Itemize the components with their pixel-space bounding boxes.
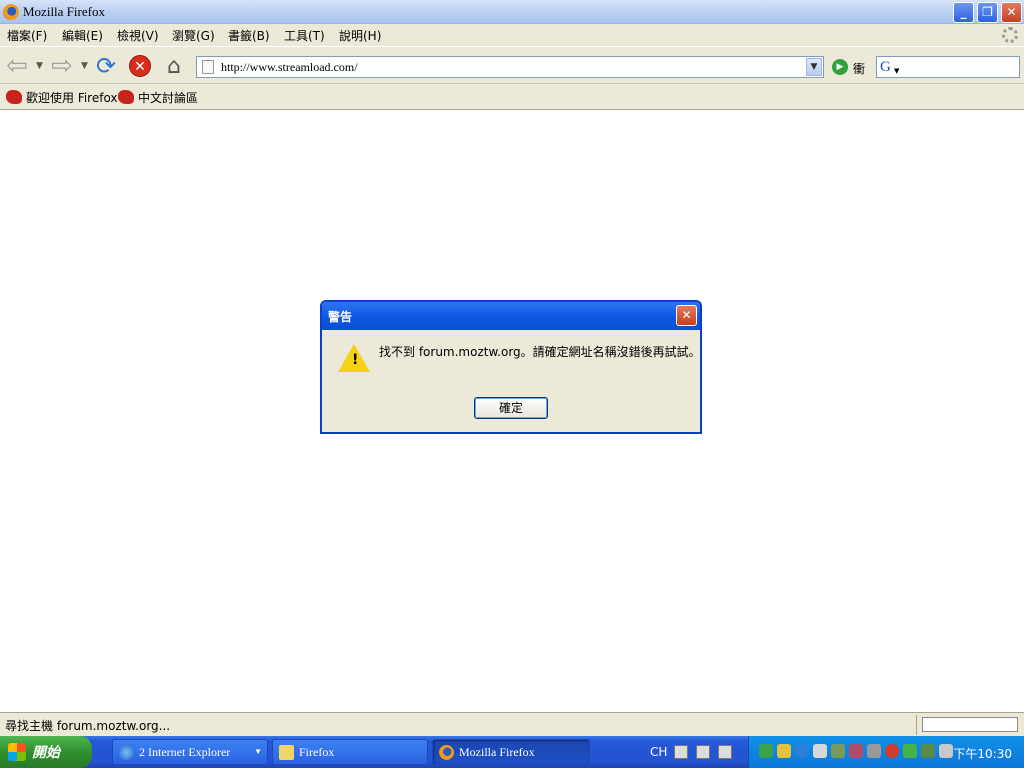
bluetooth-icon[interactable] [795,744,809,758]
window-title: Mozilla Firefox [23,4,105,19]
clock[interactable]: 下午10:30 [953,745,1012,762]
tray-app-icon[interactable] [885,744,899,758]
language-indicator[interactable]: CH [650,745,667,759]
minimize-button[interactable]: _ [953,2,974,23]
menu-go[interactable]: 瀏覽(G) [172,27,215,44]
internet-explorer-icon [119,744,134,760]
back-arrow-icon: ⇦ [6,51,28,81]
alert-dialog: 警告 ✕ ! 找不到 forum.moztw.org。請確定網址名稱沒錯後再試試… [320,300,702,434]
menu-help[interactable]: 說明(H) [339,27,381,44]
task-label: Mozilla Firefox [459,744,535,759]
dialog-title: 警告 [328,310,353,324]
status-bar: 尋找主機 forum.moztw.org... [0,712,1024,736]
status-text: 尋找主機 forum.moztw.org... [5,719,171,733]
reload-button[interactable]: ⟳ [92,52,120,80]
task-label: Firefox [299,744,335,759]
network-icon[interactable] [759,744,773,758]
throbber-icon [1002,27,1018,43]
stop-icon: ✕ [129,55,151,77]
tray-app-icon[interactable] [867,744,881,758]
tray-app-icon[interactable] [831,744,845,758]
back-button[interactable]: ⇦ [3,51,31,81]
firefox-icon [3,4,19,20]
task-label: 2 Internet Explorer [139,744,231,759]
taskbar: 開始 2 Internet Explorer ▼ Firefox Mozilla… [0,736,1024,768]
bookmark-label: 中文討論區 [138,90,199,105]
search-box[interactable]: G ▼ [876,56,1020,78]
go-button-label[interactable]: 衝 [853,60,865,77]
forward-button[interactable]: ⇨ [48,51,76,81]
bookmark-label: 歡迎使用 Firefox [26,90,118,105]
start-label: 開始 [32,745,60,761]
go-icon[interactable]: ▶ [832,59,848,75]
system-tray: 下午10:30 [748,736,1024,768]
url-history-dropdown[interactable]: ▼ [806,58,822,76]
menu-tools[interactable]: 工具(T) [284,27,325,44]
menu-bookmarks[interactable]: 書籤(B) [228,27,270,44]
tray-app-icon[interactable] [777,744,791,758]
home-button[interactable]: ⌂ [160,52,188,80]
search-engine-dropdown[interactable]: ▼ [894,67,899,75]
ok-button[interactable]: 確定 [474,397,548,419]
menu-edit[interactable]: 編輯(E) [62,27,103,44]
warning-exclamation: ! [352,352,359,368]
reload-icon: ⟳ [95,52,117,80]
start-button[interactable]: 開始 [0,736,92,768]
back-history-dropdown[interactable]: ▼ [36,61,43,71]
tray-app-icon[interactable] [813,744,827,758]
wireless-icon[interactable] [903,744,917,758]
task-firefox-folder[interactable]: Firefox [272,739,428,765]
bookmarks-toolbar: 歡迎使用 Firefox 中文討論區 [0,84,1024,110]
forward-history-dropdown[interactable]: ▼ [81,61,88,71]
search-engine-icon[interactable]: G [880,59,891,76]
task-mozilla-firefox[interactable]: Mozilla Firefox [432,739,590,765]
menu-view[interactable]: 檢視(V) [117,27,159,44]
bookmark-forum[interactable]: 中文討論區 [118,89,198,105]
dialog-close-button[interactable]: ✕ [676,305,697,326]
tray-app-icon[interactable] [921,744,935,758]
forward-arrow-icon: ⇨ [51,51,73,81]
bookmark-icon [6,90,22,104]
navigation-toolbar: ⇦ ▼ ⇨ ▼ ⟳ ✕ ⌂ http://www.streamload.com/… [0,46,1024,84]
help-icon[interactable] [696,745,710,759]
progress-meter [922,717,1018,732]
folder-icon [279,744,294,760]
bookmark-welcome[interactable]: 歡迎使用 Firefox [6,89,118,105]
bookmark-icon [118,90,134,104]
stop-button[interactable]: ✕ [126,52,154,80]
window-titlebar: Mozilla Firefox _ ❐ ✕ [0,0,1024,24]
windows-logo-icon [8,743,26,761]
ime-options-icon[interactable] [718,745,732,759]
restore-button[interactable]: ❐ [977,2,998,23]
home-icon: ⌂ [167,53,181,79]
tray-app-icon[interactable] [849,744,863,758]
page-icon [202,60,214,74]
close-button[interactable]: ✕ [1001,2,1022,23]
task-internet-explorer[interactable]: 2 Internet Explorer ▼ [112,739,268,765]
dialog-message: 找不到 forum.moztw.org。請確定網址名稱沒錯後再試試。 [379,345,701,359]
firefox-icon [439,744,454,760]
dialog-titlebar: 警告 ✕ [322,302,700,330]
task-group-dropdown[interactable]: ▼ [254,747,262,756]
menu-file[interactable]: 檔案(F) [7,27,47,44]
keyboard-icon[interactable] [674,745,688,759]
tray-app-icon[interactable] [939,744,953,758]
url-text[interactable]: http://www.streamload.com/ [221,60,358,75]
status-separator [916,715,917,735]
menu-bar: 檔案(F) 編輯(E) 檢視(V) 瀏覽(G) 書籤(B) 工具(T) 說明(H… [0,24,1024,46]
url-bar[interactable]: http://www.streamload.com/ ▼ [196,56,824,78]
